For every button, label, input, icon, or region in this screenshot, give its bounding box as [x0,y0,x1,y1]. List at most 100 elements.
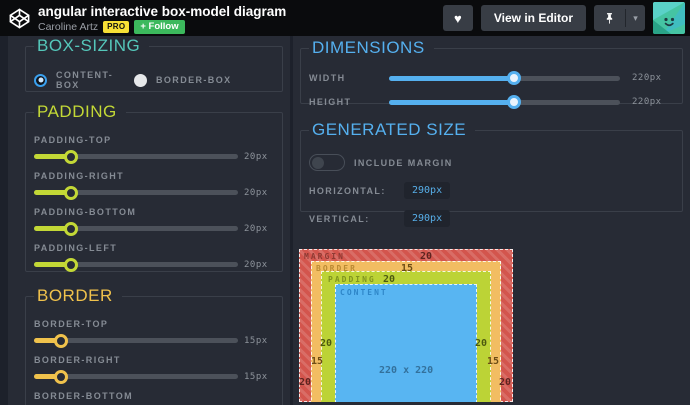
header-bar: angular interactive box-model diagram Ca… [0,0,690,36]
border-section: BORDER BORDER-TOP 15px BORDER-RIGHT 15px… [25,286,283,405]
padding-right-slider[interactable] [34,185,238,200]
codepen-logo-icon[interactable] [8,7,31,30]
diagram-margin-label: MARGIN [304,252,345,261]
margin-right-value: 20 [499,377,512,388]
include-margin-toggle[interactable] [309,154,345,171]
pushpin-icon [606,12,613,24]
height-slider[interactable] [389,95,620,110]
slider-row: BORDER-RIGHT 15px [34,355,274,384]
padding-section: PADDING PADDING-TOP 20px PADDING-RIGHT 2… [25,102,283,272]
controls-panel-right: DIMENSIONS WIDTH 220px HEIGHT 220px GENE… [293,36,690,405]
radio-icon[interactable] [34,73,47,87]
border-legend: BORDER [37,286,113,305]
slider-thumb[interactable] [63,221,78,236]
slider-label: PADDING-RIGHT [34,171,125,181]
slider-row: WIDTH 220px [309,68,674,88]
toggle-knob[interactable] [312,156,324,169]
border-top-value: 15 [401,263,414,274]
diagram-content-area [335,284,477,402]
slider-thumb[interactable] [53,369,68,384]
pin-button-group: ▾ [594,5,645,31]
border-top-slider[interactable] [34,333,238,348]
generated-row: HORIZONTAL: 290px [309,182,674,199]
slider-label: HEIGHT [309,97,352,107]
slider-thumb[interactable] [53,333,68,348]
slider-value: 15px [244,335,268,346]
slider-value: 20px [244,223,268,234]
generated-label: VERTICAL: [309,213,370,224]
slider-thumb[interactable] [63,149,78,164]
vertical-value-badge: 290px [404,210,451,227]
slider-row: PADDING-RIGHT 20px [34,171,274,200]
content-size-value: 220 x 220 [379,365,434,376]
slider-label: PADDING-LEFT [34,243,118,253]
box-sizing-section: BOX-SIZING CONTENT-BOX BORDER-BOX [25,36,283,92]
border-right-value: 15 [487,356,500,367]
radio-label: BORDER-BOX [156,75,232,85]
generated-size-legend: GENERATED SIZE [312,120,467,139]
padding-top-slider[interactable] [34,149,238,164]
radio-content-box[interactable]: CONTENT-BOX [34,70,134,90]
slider-thumb[interactable] [506,95,521,109]
slider-fill [389,75,514,81]
padding-right-value: 20 [475,338,488,349]
diagram-padding-label: PADDING [328,275,376,284]
slider-row: HEIGHT 220px [309,92,674,112]
generated-size-section: GENERATED SIZE INCLUDE MARGIN HORIZONTAL… [300,120,683,227]
chevron-down-icon: ▾ [633,12,638,23]
radio-icon[interactable] [134,73,147,87]
header-actions: ♥ View in Editor ▾ [442,2,690,34]
slider-thumb[interactable] [63,185,78,200]
radio-border-box[interactable]: BORDER-BOX [134,73,232,87]
pro-badge: PRO [103,20,130,33]
slider-value: 20px [244,151,268,162]
slider-thumb[interactable] [506,71,521,85]
heart-icon: ♥ [454,10,462,26]
slider-value: 20px [244,187,268,198]
width-slider[interactable] [389,71,620,86]
slider-label: PADDING-BOTTOM [34,207,137,217]
pin-button[interactable] [594,5,625,31]
heart-button[interactable]: ♥ [442,5,473,31]
controls-panel-left: BOX-SIZING CONTENT-BOX BORDER-BOX PADDIN… [8,36,290,405]
border-right-slider[interactable] [34,369,238,384]
generated-row: VERTICAL: 290px [309,210,674,227]
follow-button[interactable]: + Follow [134,19,185,34]
generated-label: HORIZONTAL: [309,185,386,196]
slider-label: BORDER-BOTTOM [34,391,134,401]
dimensions-section: DIMENSIONS WIDTH 220px HEIGHT 220px [300,38,683,109]
horizontal-value-badge: 290px [404,182,451,199]
radio-label: CONTENT-BOX [56,70,114,90]
slider-row: BORDER-TOP 15px [34,319,274,348]
slider-value: 220px [632,73,662,83]
slider-value: 15px [244,371,268,382]
smiley-avatar[interactable] [653,2,685,34]
slider-row: PADDING-LEFT 20px [34,243,274,272]
dimensions-legend: DIMENSIONS [312,38,425,57]
diagram-border-label: BORDER [316,264,357,273]
pin-dropdown-button[interactable]: ▾ [626,5,645,31]
padding-left-value: 20 [320,338,333,349]
slider-fill [389,99,514,105]
slider-label: BORDER-RIGHT [34,355,121,365]
slider-row: BORDER-BOTTOM 15px [34,391,274,405]
author-link[interactable]: Caroline Artz [38,21,98,33]
padding-legend: PADDING [37,102,117,121]
title-block: angular interactive box-model diagram Ca… [38,3,443,34]
margin-top-value: 20 [420,251,433,262]
padding-top-value: 20 [383,274,396,285]
toggle-label: INCLUDE MARGIN [354,157,453,168]
slider-value: 20px [244,259,268,270]
slider-label: PADDING-TOP [34,135,112,145]
padding-bottom-slider[interactable] [34,221,238,236]
view-in-editor-button[interactable]: View in Editor [480,5,586,31]
slider-thumb[interactable] [63,257,78,272]
diagram-content-label: CONTENT [340,288,388,297]
slider-row: PADDING-BOTTOM 20px [34,207,274,236]
pen-title: angular interactive box-model diagram [38,3,287,19]
slider-label: WIDTH [309,73,346,83]
padding-left-slider[interactable] [34,257,238,272]
slider-value: 220px [632,97,662,107]
include-margin-row: INCLUDE MARGIN [309,154,674,171]
margin-left-value: 20 [299,377,312,388]
